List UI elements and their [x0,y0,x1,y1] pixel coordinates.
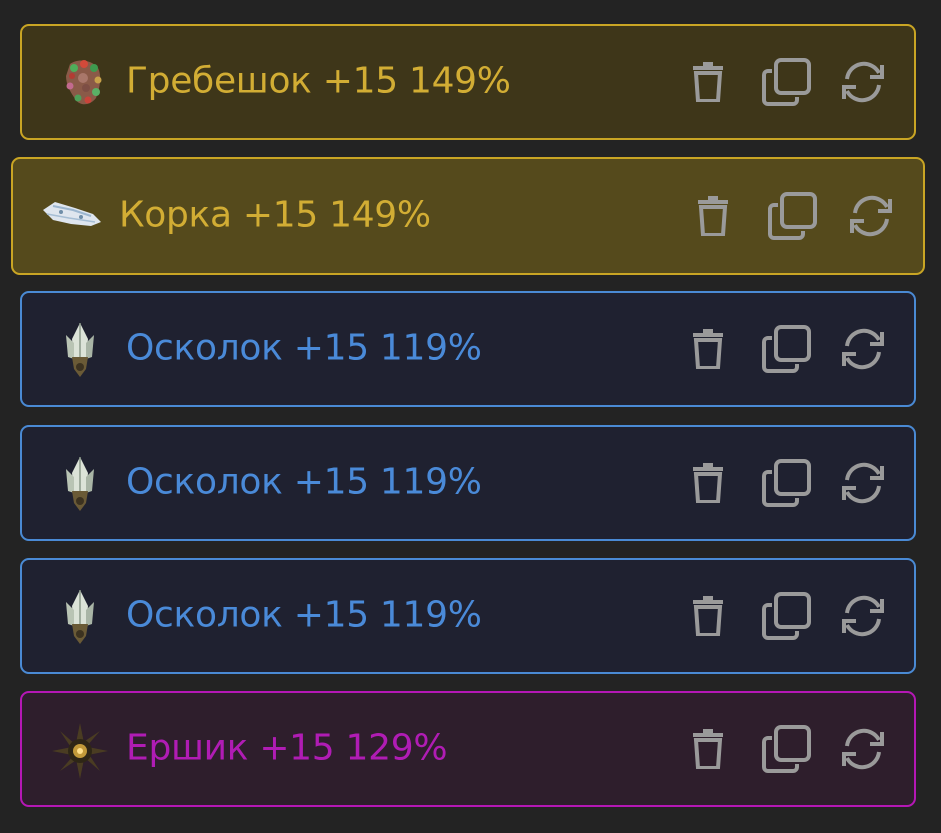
trash-icon [691,62,725,102]
swap-icon [838,57,888,107]
copy-icon [762,591,812,641]
spiky-urchin-icon [50,721,108,779]
delete-button[interactable] [680,588,736,644]
trash-icon [691,329,725,369]
swap-icon [838,724,888,774]
crystal-shard-icon [52,588,108,644]
swap-icon [838,458,888,508]
item-label: Гребешок +15 149% [126,60,511,102]
trash-icon [696,196,730,236]
replace-button[interactable] [835,588,891,644]
item-label: Осколок +15 119% [126,461,482,503]
replace-button[interactable] [835,721,891,777]
copy-icon [762,724,812,774]
item-card[interactable]: Гребешок +15 149% [20,24,916,140]
trash-icon [691,463,725,503]
crystal-shard-icon [52,455,108,511]
trash-icon [691,729,725,769]
crust-blade-icon [41,188,101,244]
item-card-selected[interactable]: Корка +15 149% [11,157,925,275]
delete-button[interactable] [680,321,736,377]
item-label: Корка +15 149% [119,194,431,236]
item-list: Гребешок +15 149% Корка +15 149% Осколок… [0,0,941,833]
replace-button[interactable] [835,321,891,377]
swap-icon [838,324,888,374]
trash-icon [691,596,725,636]
replace-button[interactable] [835,455,891,511]
delete-button[interactable] [680,54,736,110]
delete-button[interactable] [685,188,741,244]
item-card[interactable]: Осколок +15 119% [20,425,916,541]
copy-icon [762,57,812,107]
coral-comb-icon [56,54,112,110]
copy-button[interactable] [759,54,815,110]
replace-button[interactable] [843,188,899,244]
crystal-shard-icon [52,321,108,377]
copy-icon [762,458,812,508]
copy-button[interactable] [759,721,815,777]
item-label: Осколок +15 119% [126,594,482,636]
delete-button[interactable] [680,721,736,777]
delete-button[interactable] [680,455,736,511]
copy-button[interactable] [765,188,821,244]
replace-button[interactable] [835,54,891,110]
item-label: Ершик +15 129% [126,727,448,769]
copy-button[interactable] [759,321,815,377]
copy-icon [762,324,812,374]
swap-icon [838,591,888,641]
swap-icon [846,191,896,241]
copy-icon [768,191,818,241]
item-card[interactable]: Осколок +15 119% [20,291,916,407]
item-label: Осколок +15 119% [126,327,482,369]
copy-button[interactable] [759,588,815,644]
copy-button[interactable] [759,455,815,511]
item-card[interactable]: Ершик +15 129% [20,691,916,807]
item-card[interactable]: Осколок +15 119% [20,558,916,674]
